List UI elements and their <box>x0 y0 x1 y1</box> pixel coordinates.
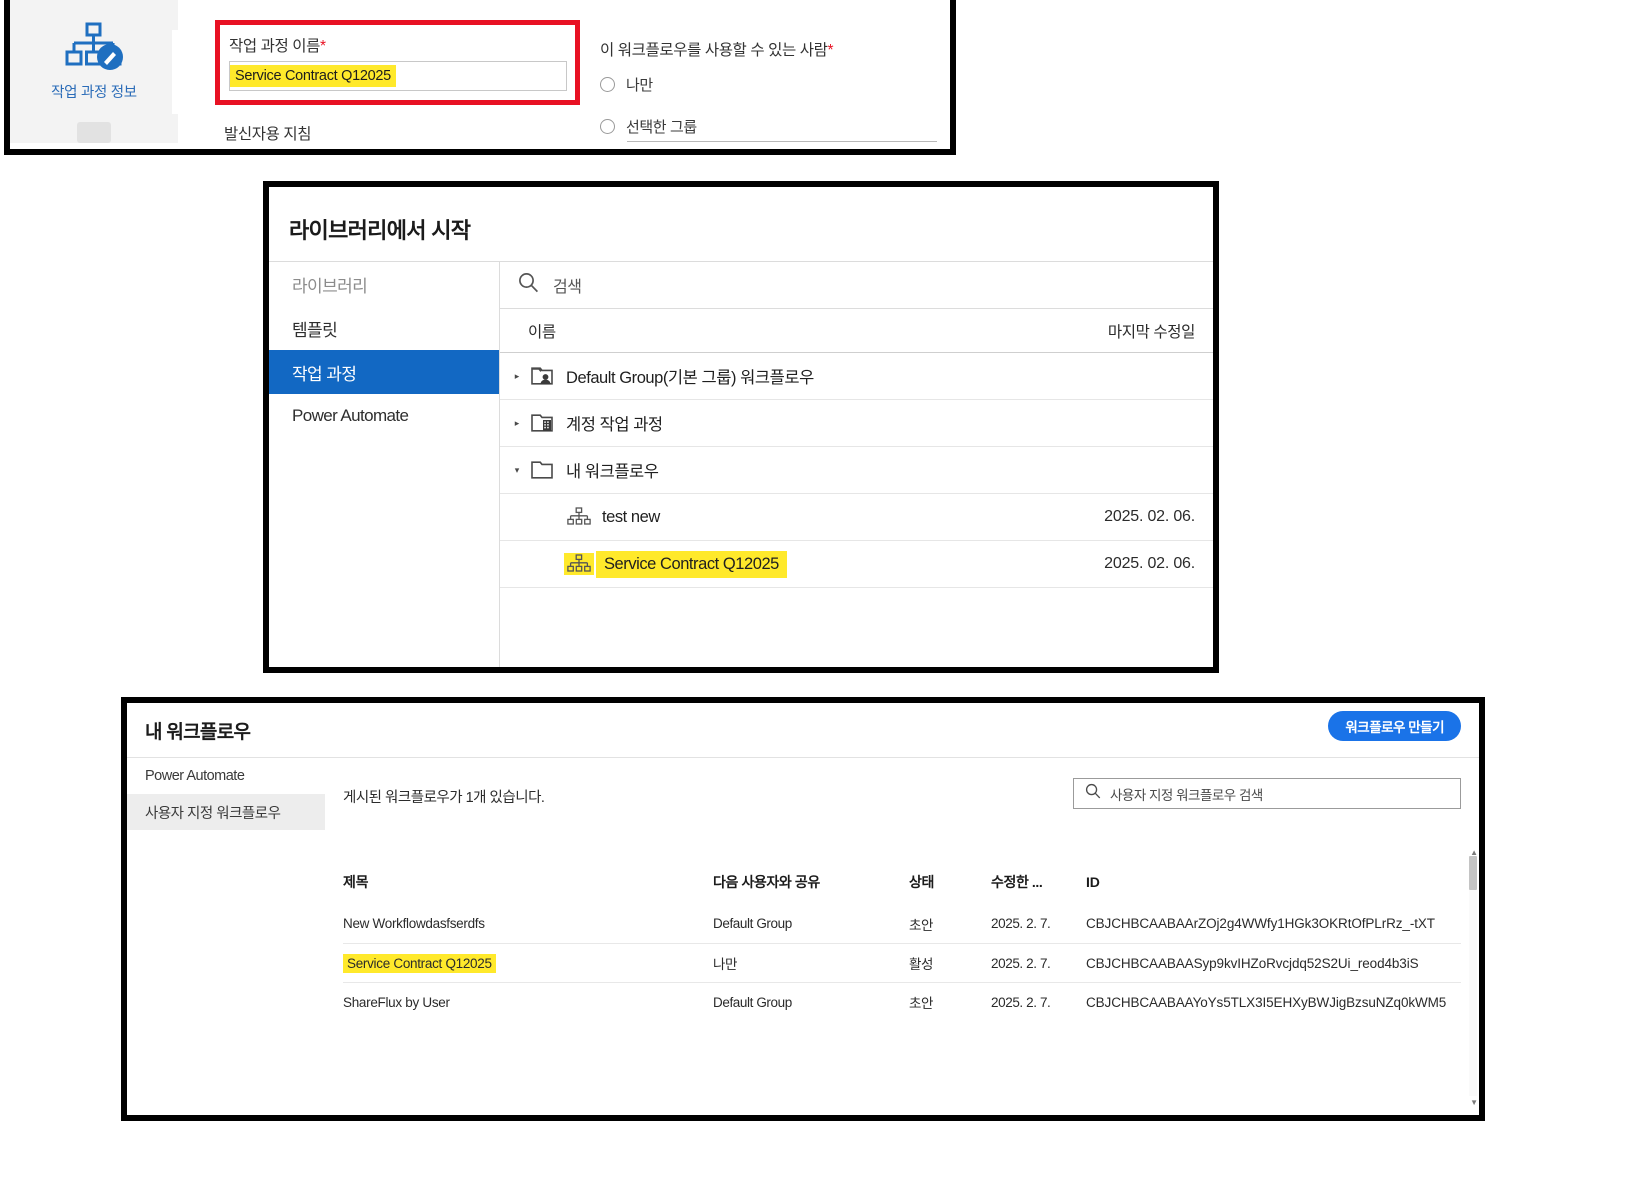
sender-instructions-label: 발신자용 지침 <box>224 126 312 143</box>
workflow-edit-icon <box>63 22 125 74</box>
sidebar-item-power-automate[interactable]: Power Automate <box>127 758 325 794</box>
search-icon <box>518 272 539 298</box>
workflow-name-callout: 작업 과정 이름* Service Contract Q12025 <box>215 20 580 105</box>
row-name: Default Group(기본 그룹) 워크플로우 <box>566 369 814 387</box>
row-shared-with: 나만 <box>713 957 738 972</box>
sidebar-item-power-automate[interactable]: Power Automate <box>269 394 499 438</box>
row-date: 2025. 02. 06. <box>1104 555 1195 572</box>
scroll-up-icon[interactable]: ▲ <box>1470 848 1478 857</box>
row-id: CBJCHBCAABAASyp9kvIHZoRvcjdq52S2Ui_reod4… <box>1086 955 1419 971</box>
row-title[interactable]: New Workflowdasfserdfs <box>343 916 713 931</box>
create-workflow-button[interactable]: 워크플로우 만들기 <box>1328 711 1461 741</box>
workflow-info-step-label: 작업 과정 정보 <box>51 85 137 101</box>
workflow-name-label: 작업 과정 이름 <box>229 38 320 55</box>
sidebar-item-library: 라이브러리 <box>292 276 368 296</box>
library-sidebar: 라이브러리 템플릿 작업 과정 Power Automate <box>269 262 500 667</box>
audience-option-selected-group[interactable]: 선택한 그룹 <box>600 116 697 137</box>
workflow-icon <box>564 553 594 575</box>
workflow-info-panel: 작업 과정 정보 작업 과정 이름* Service Contract Q120… <box>4 0 956 155</box>
table-row[interactable]: Service Contract Q12025 2025. 02. 06. <box>500 541 1213 588</box>
row-id: CBJCHBCAABAArZOj2g4WWfy1HGk3OKRtOfPLrRz_… <box>1086 916 1435 931</box>
folder-user-icon <box>528 365 558 387</box>
published-count-text: 게시된 워크플로우가 1개 있습니다. <box>343 790 545 806</box>
group-picker-underline[interactable] <box>627 141 937 142</box>
search-icon <box>1085 783 1101 804</box>
row-status: 초안 <box>909 996 934 1011</box>
table-row[interactable]: ▾ 내 워크플로우 <box>500 447 1213 494</box>
row-title-wrapper: Service Contract Q12025 <box>343 953 713 973</box>
table-row[interactable]: Service Contract Q12025 나만 활성 2025. 2. 7… <box>343 943 1461 982</box>
step-notch <box>172 30 190 114</box>
table-row[interactable]: ▸ Default Group(기본 그룹) 워크플로우 <box>500 353 1213 400</box>
expand-caret-icon[interactable]: ▸ <box>506 371 528 382</box>
row-id: CBJCHBCAABAAYoYs5TLX3I5EHXyBWJigBzsuNZq0… <box>1086 994 1447 1010</box>
row-title[interactable]: Service Contract Q12025 <box>343 953 496 973</box>
workflows-table: 제목 다음 사용자와 공유 상태 수정한 ... ID New Workflow… <box>343 860 1461 1021</box>
row-name: test new <box>602 507 660 526</box>
row-name[interactable]: Service Contract Q12025 <box>596 550 787 578</box>
sidebar-item-custom-workflows[interactable]: 사용자 지정 워크플로우 <box>127 794 325 830</box>
row-name: 내 워크플로우 <box>566 463 659 481</box>
sidebar-item-templates[interactable]: 템플릿 <box>269 306 499 350</box>
workflow-icon <box>564 506 594 528</box>
folder-building-icon <box>528 412 558 434</box>
library-search-field[interactable]: 검색 <box>500 262 1213 309</box>
library-content: 검색 이름 마지막 수정일 ▸ Default Group(기본 그룹) 워크플… <box>500 262 1213 667</box>
panel-header: 내 워크플로우 워크플로우 만들기 <box>127 703 1479 757</box>
row-name: 계정 작업 과정 <box>566 416 663 434</box>
page-title: 내 워크플로우 <box>145 722 251 743</box>
workflows-sidebar: Power Automate 사용자 지정 워크플로우 <box>127 758 325 1115</box>
table-header-row: 제목 다음 사용자와 공유 상태 수정한 ... ID <box>343 860 1461 904</box>
workflow-name-input[interactable]: Service Contract Q12025 <box>229 61 567 91</box>
column-header-name: 이름 <box>528 323 556 341</box>
table-row[interactable]: ▸ 계정 작업 과정 <box>500 400 1213 447</box>
start-from-library-dialog: 라이브러리에서 시작 라이브러리 템플릿 작업 과정 Power Automat… <box>263 181 1219 673</box>
my-workflows-panel: 내 워크플로우 워크플로우 만들기 Power Automate 사용자 지정 … <box>121 697 1485 1121</box>
row-shared-with: Default Group <box>713 994 792 1010</box>
audience-option-label: 나만 <box>626 77 653 94</box>
radio-icon[interactable] <box>600 77 615 92</box>
row-shared-with: Default Group <box>713 916 792 931</box>
row-modified: 2025. 2. 7. <box>991 955 1051 971</box>
audience-option-label: 선택한 그룹 <box>626 119 697 136</box>
column-header-modified: 마지막 수정일 <box>1107 323 1195 341</box>
workflows-content: 게시된 워크플로우가 1개 있습니다. 사용자 지정 워크플로우 검색 제목 다… <box>325 758 1479 1115</box>
custom-workflow-search-field[interactable]: 사용자 지정 워크플로우 검색 <box>1073 778 1461 809</box>
table-row[interactable]: test new 2025. 02. 06. <box>500 494 1213 541</box>
column-header-shared-with: 다음 사용자와 공유 <box>713 874 820 890</box>
search-placeholder: 사용자 지정 워크플로우 검색 <box>1110 787 1263 803</box>
row-modified: 2025. 2. 7. <box>991 994 1051 1010</box>
required-asterisk: * <box>319 38 326 55</box>
collapse-caret-icon[interactable]: ▾ <box>506 465 528 476</box>
row-status: 활성 <box>909 957 934 972</box>
expand-caret-icon[interactable]: ▸ <box>506 418 528 429</box>
audience-required-asterisk: * <box>827 42 834 59</box>
table-row[interactable]: ShareFlux by User Default Group 초안 2025.… <box>343 982 1461 1021</box>
folder-icon <box>528 459 558 481</box>
column-header-modified: 수정한 ... <box>991 874 1043 890</box>
row-status: 초안 <box>909 917 934 933</box>
scroll-down-icon[interactable]: ▼ <box>1470 1098 1478 1107</box>
library-search-placeholder: 검색 <box>553 279 582 296</box>
column-header-title: 제목 <box>343 874 369 890</box>
column-header-id: ID <box>1086 874 1100 890</box>
row-title[interactable]: ShareFlux by User <box>343 995 713 1010</box>
row-modified: 2025. 2. 7. <box>991 916 1051 931</box>
audience-label: 이 워크플로우를 사용할 수 있는 사람 <box>600 42 828 59</box>
workflow-info-step[interactable]: 작업 과정 정보 <box>10 0 178 143</box>
workflow-name-value: Service Contract Q12025 <box>230 65 396 87</box>
next-step-icon <box>77 122 111 143</box>
table-scrollbar-thumb[interactable] <box>1469 856 1477 890</box>
sidebar-item-workflows[interactable]: 작업 과정 <box>269 350 499 394</box>
row-date: 2025. 02. 06. <box>1104 508 1195 525</box>
audience-option-only-me[interactable]: 나만 <box>600 74 653 95</box>
dialog-title: 라이브러리에서 시작 <box>289 218 471 243</box>
table-scrollbar-track[interactable] <box>1469 856 1477 1096</box>
table-row[interactable]: New Workflowdasfserdfs Default Group 초안 … <box>343 904 1461 943</box>
library-column-header: 이름 마지막 수정일 <box>500 309 1213 353</box>
radio-icon[interactable] <box>600 119 615 134</box>
column-header-status: 상태 <box>909 874 934 890</box>
